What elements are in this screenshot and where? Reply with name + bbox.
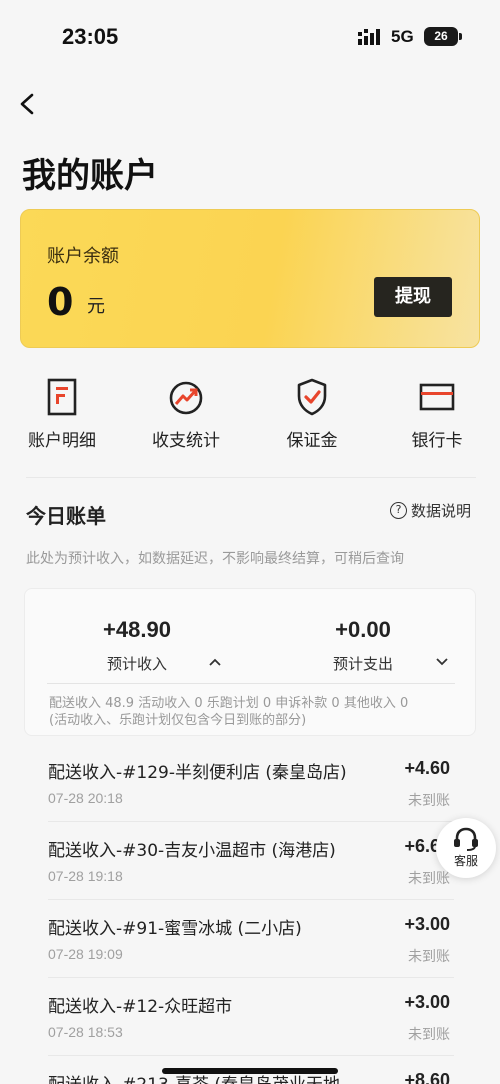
income-value: +48.90 [103,617,171,642]
data-note-label: 数据说明 [411,502,472,520]
headset-icon [454,827,478,851]
record-status: 未到账 [408,871,450,887]
chevron-down-icon[interactable] [435,657,449,667]
network-label: 5G [391,27,414,46]
shield-check-icon [297,378,327,416]
trend-chart-icon [169,381,203,415]
record-status: 未到账 [408,1027,450,1043]
balance-card: 账户余额 0 元 提现 [20,209,480,348]
expense-summary[interactable]: +0.00 预计支出 [263,617,463,674]
quick-entry-label: 账户明细 [28,431,96,451]
bill-notice: 此处为预计收入，如数据延迟，不影响最终结算，可稍后查询 [26,551,404,567]
record-title: 配送收入-#12-众旺超市 [48,997,233,1017]
expense-value: +0.00 [335,617,391,642]
summary-detail: 配送收入 48.9 活动收入 0 乐跑计划 0 申诉补款 0 其他收入 0 (活… [49,695,408,729]
summary-card: +48.90 预计收入 +0.00 预计支出 配送收入 48.9 活动收入 0 … [24,588,476,736]
record-title: 配送收入-#129-半刻便利店 (秦皇岛店) [48,763,347,783]
deposit-entry[interactable]: 保证金 [257,378,367,458]
document-icon [47,378,77,416]
page-title: 我的账户 [22,156,158,196]
section-divider [26,477,476,478]
quick-entry-label: 银行卡 [411,431,463,451]
expense-label: 预计支出 [332,655,393,673]
data-note-link[interactable]: ? 数据说明 [390,500,471,521]
status-bar: 23:05 5G 26 [0,0,500,76]
record-amount: +3.00 [404,914,450,934]
list-item[interactable]: 配送收入-#129-半刻便利店 (秦皇岛店) 07-28 20:18 +4.60… [48,744,454,822]
income-label: 预计收入 [106,655,167,673]
record-status: 未到账 [408,949,450,965]
account-detail-entry[interactable]: 账户明细 [7,378,117,458]
list-item[interactable]: 配送收入-#91-蜜雪冰城 (二小店) 07-28 19:09 +3.00 未到… [48,900,454,978]
list-item[interactable]: 配送收入-#12-众旺超市 07-28 18:53 +3.00 未到账 [48,978,454,1056]
home-indicator[interactable] [162,1068,338,1074]
withdraw-button[interactable]: 提现 [374,277,452,317]
quick-entry-label: 保证金 [286,431,338,451]
summary-detail-note: (活动收入、乐跑计划仅包含今日到账的部分) [49,713,307,728]
record-title: 配送收入-#91-蜜雪冰城 (二小店) [48,919,302,939]
quick-entry-label: 收支统计 [152,431,220,451]
statistics-entry[interactable]: 收支统计 [131,378,241,458]
status-time: 23:05 [62,24,119,49]
balance-label: 账户余额 [47,246,119,267]
record-time: 07-28 20:18 [48,790,123,806]
signal-icon [358,29,380,45]
service-label: 客服 [453,854,478,868]
bank-card-entry[interactable]: 银行卡 [382,378,492,458]
balance-amount: 0 [47,280,74,324]
record-amount: +4.60 [404,758,450,778]
today-bill-title: 今日账单 [26,504,106,528]
back-button[interactable] [14,90,42,118]
income-summary[interactable]: +48.90 预计收入 [37,617,237,674]
help-icon: ? [390,502,407,519]
record-time: 07-28 19:18 [48,868,123,884]
summary-divider [47,683,455,684]
balance-unit: 元 [87,296,105,317]
chevron-up-icon[interactable] [208,657,222,667]
record-time: 07-28 19:09 [48,946,123,962]
list-item[interactable]: 配送收入-#30-吉友小温超市 (海港店) 07-28 19:18 +6.60 … [48,822,454,900]
record-time: 07-28 18:53 [48,1024,123,1040]
record-amount: +8.60 [404,1070,450,1084]
summary-detail-line: 配送收入 48.9 活动收入 0 乐跑计划 0 申诉补款 0 其他收入 0 [49,696,409,711]
record-status: 未到账 [408,793,450,809]
battery-icon: 26 [424,27,462,46]
customer-service-button[interactable]: 客服 [436,818,496,878]
record-amount: +3.00 [404,992,450,1012]
bank-card-icon [419,383,455,411]
record-title: 配送收入-#30-吉友小温超市 (海港店) [48,841,336,861]
